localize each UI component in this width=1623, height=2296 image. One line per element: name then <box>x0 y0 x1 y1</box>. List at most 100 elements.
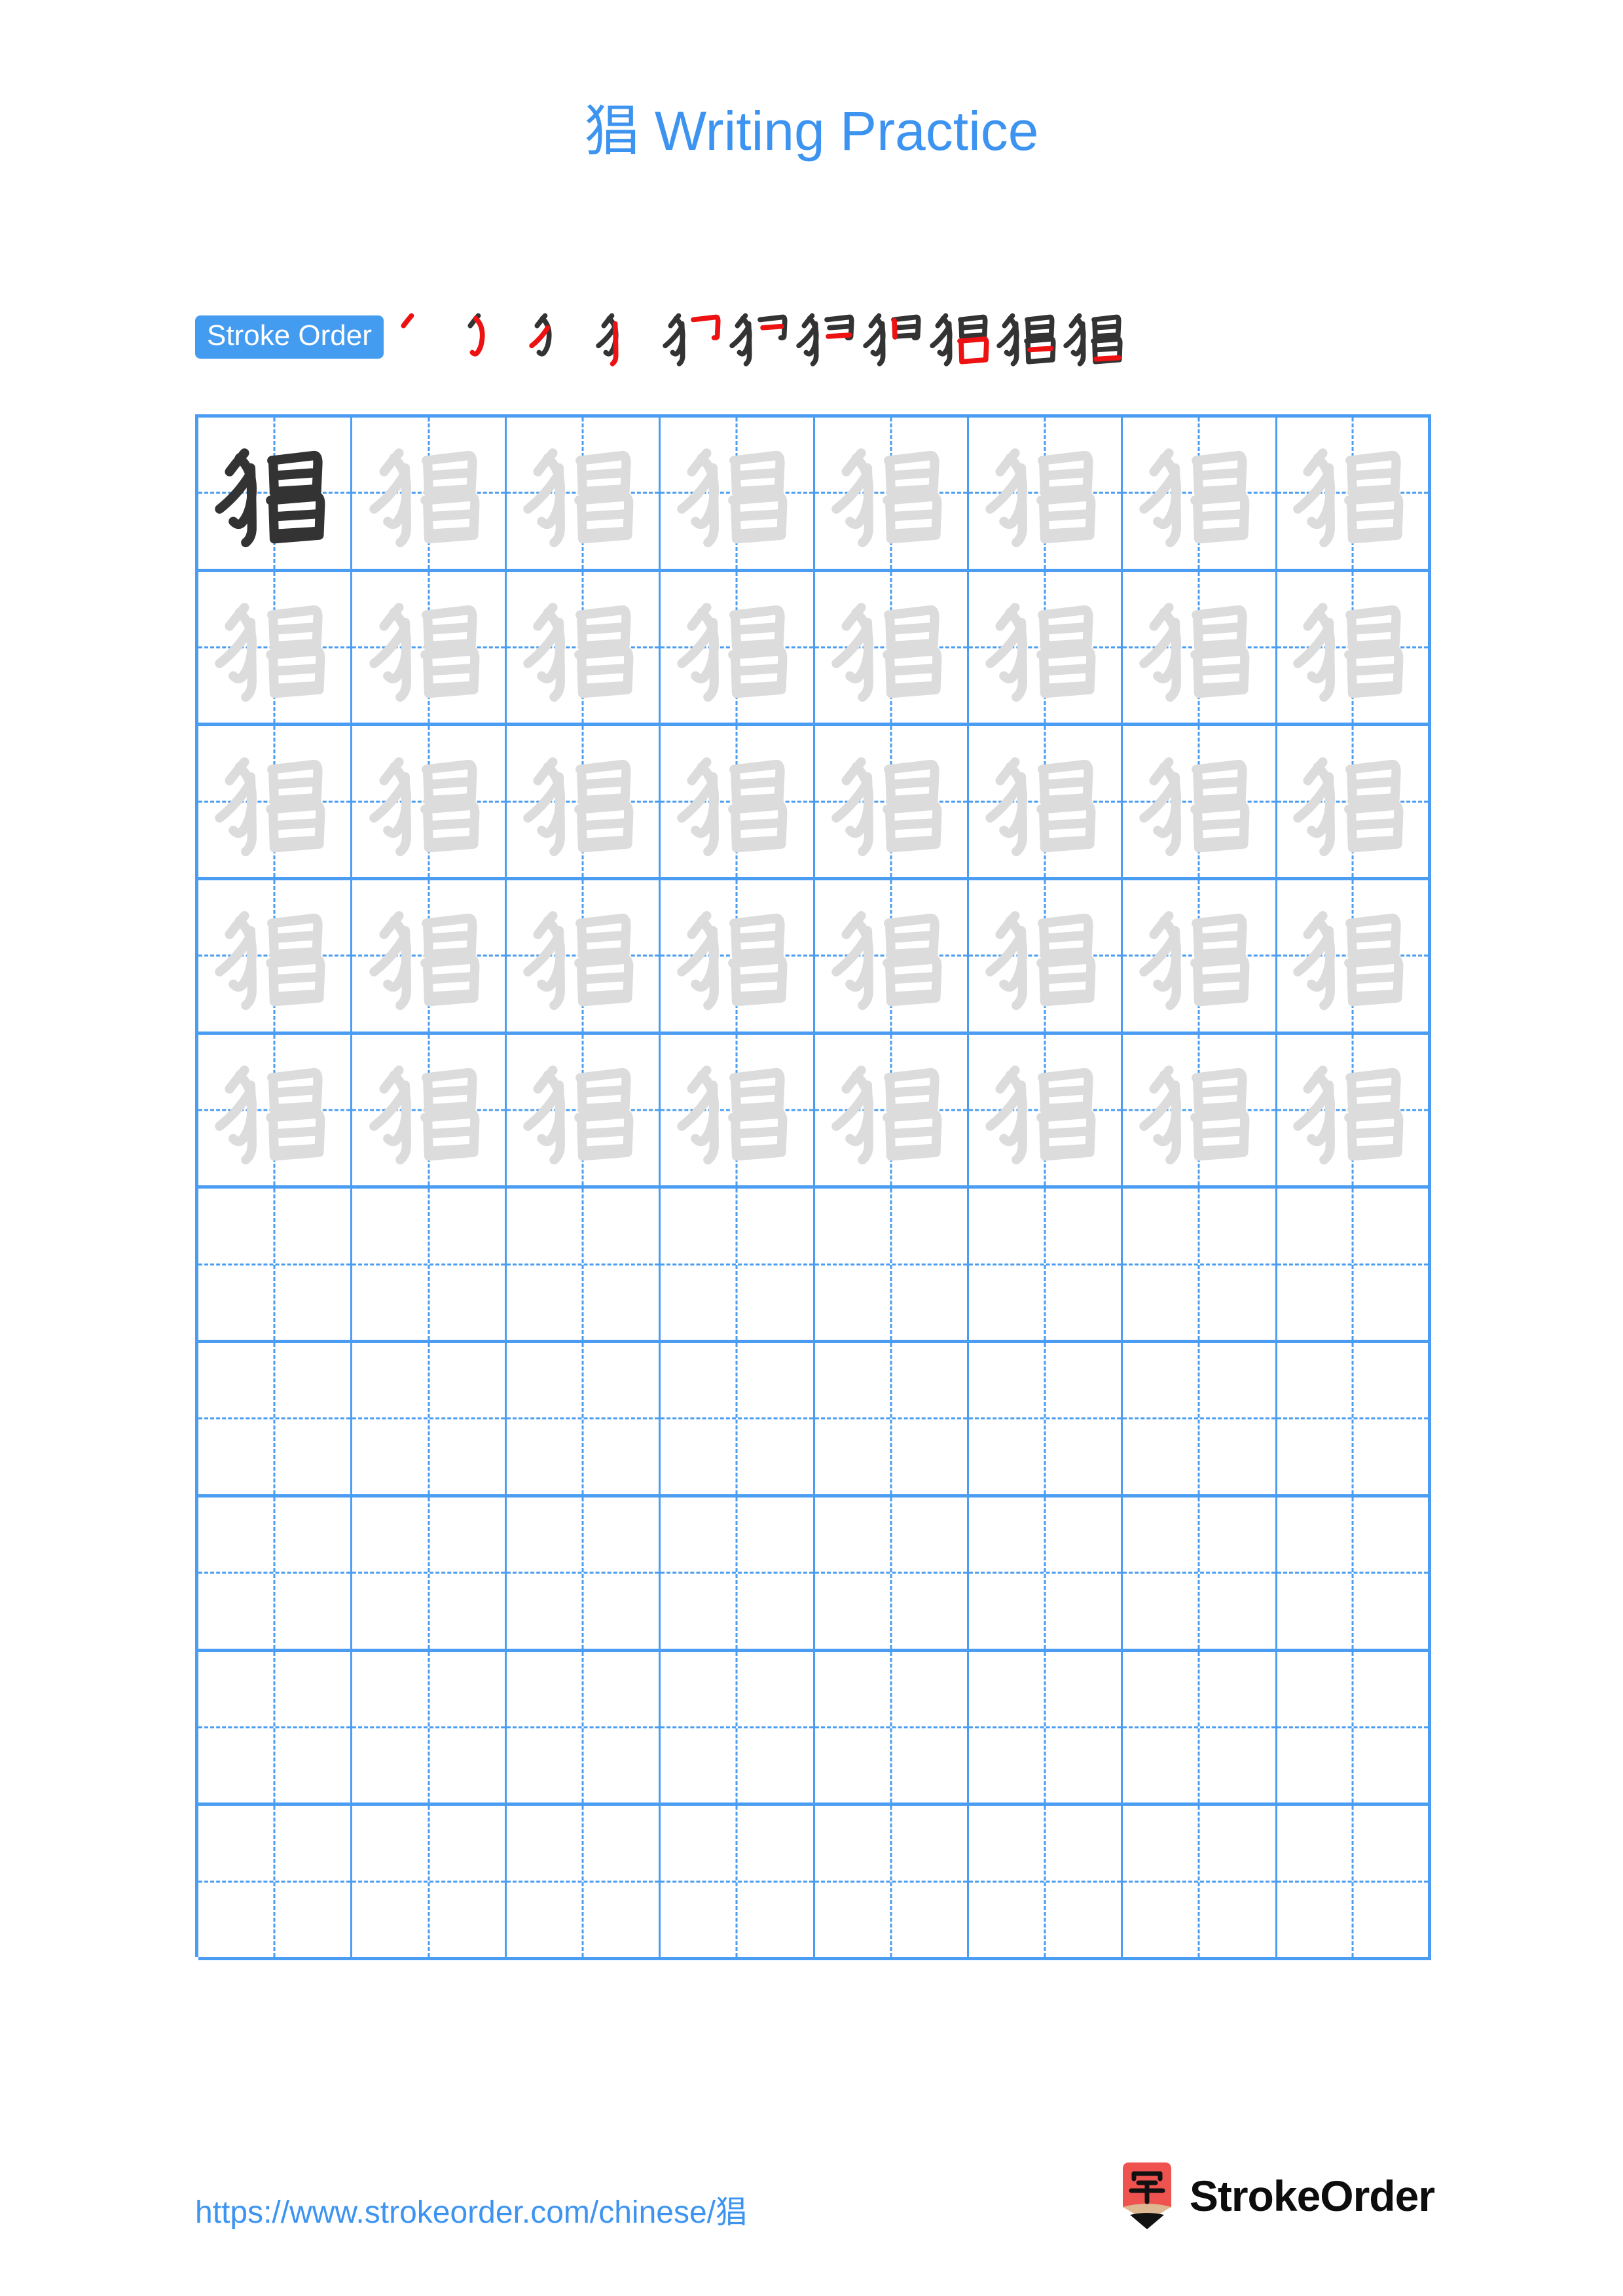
stroke-step-8 <box>862 301 928 373</box>
trace-character-cell[interactable] <box>352 880 507 1031</box>
trace-character <box>815 726 967 877</box>
blank-practice-cell[interactable] <box>1123 1189 1277 1340</box>
blank-practice-cell[interactable] <box>969 1497 1123 1649</box>
trace-character-cell[interactable] <box>969 880 1123 1031</box>
blank-practice-cell[interactable] <box>661 1189 815 1340</box>
trace-character <box>661 1035 812 1186</box>
blank-practice-cell[interactable] <box>507 1343 661 1494</box>
trace-character-cell[interactable] <box>815 1034 969 1186</box>
trace-character-cell[interactable] <box>1123 726 1277 878</box>
trace-character-cell[interactable] <box>507 726 661 878</box>
blank-practice-cell[interactable] <box>352 1651 507 1803</box>
blank-practice-cell[interactable] <box>969 1189 1123 1340</box>
trace-character-cell[interactable] <box>1277 1034 1431 1186</box>
blank-practice-cell[interactable] <box>969 1806 1123 1957</box>
blank-practice-cell[interactable] <box>969 1651 1123 1803</box>
trace-character <box>507 572 659 723</box>
blank-practice-cell[interactable] <box>1123 1343 1277 1494</box>
trace-character <box>507 418 659 569</box>
model-character-cell[interactable] <box>198 418 353 569</box>
blank-practice-cell[interactable] <box>352 1497 507 1649</box>
trace-character <box>661 880 812 1031</box>
blank-practice-cell[interactable] <box>198 1189 353 1340</box>
trace-character-cell[interactable] <box>815 571 969 723</box>
trace-character <box>198 880 350 1031</box>
blank-practice-cell[interactable] <box>507 1189 661 1340</box>
trace-character-cell[interactable] <box>1277 726 1431 878</box>
trace-character <box>815 572 967 723</box>
blank-practice-cell[interactable] <box>1123 1806 1277 1957</box>
trace-character-cell[interactable] <box>1123 418 1277 569</box>
trace-character-cell[interactable] <box>815 726 969 878</box>
blank-practice-cell[interactable] <box>352 1806 507 1957</box>
blank-practice-cell[interactable] <box>198 1806 353 1957</box>
trace-character <box>969 1035 1121 1186</box>
trace-character-cell[interactable] <box>198 1034 353 1186</box>
blank-practice-cell[interactable] <box>1277 1343 1431 1494</box>
trace-character-cell[interactable] <box>352 726 507 878</box>
blank-practice-cell[interactable] <box>815 1189 969 1340</box>
footer-url-link[interactable]: https://www.strokeorder.com/chinese/猖 <box>195 2186 747 2232</box>
blank-practice-cell[interactable] <box>815 1497 969 1649</box>
trace-character-cell[interactable] <box>507 418 661 569</box>
blank-practice-cell[interactable] <box>352 1189 507 1340</box>
blank-practice-cell[interactable] <box>507 1497 661 1649</box>
blank-practice-cell[interactable] <box>815 1651 969 1803</box>
trace-character-cell[interactable] <box>661 726 815 878</box>
trace-character-cell[interactable] <box>661 1034 815 1186</box>
trace-character-cell[interactable] <box>198 726 353 878</box>
blank-practice-cell[interactable] <box>198 1343 353 1494</box>
trace-character <box>969 726 1121 877</box>
practice-grid-row <box>198 1034 1431 1189</box>
blank-practice-cell[interactable] <box>969 1343 1123 1494</box>
trace-character-cell[interactable] <box>1277 880 1431 1031</box>
trace-character-cell[interactable] <box>352 571 507 723</box>
blank-practice-cell[interactable] <box>661 1497 815 1649</box>
blank-practice-cell[interactable] <box>352 1343 507 1494</box>
trace-character-cell[interactable] <box>198 880 353 1031</box>
blank-practice-cell[interactable] <box>815 1806 969 1957</box>
trace-character-cell[interactable] <box>1123 1034 1277 1186</box>
blank-practice-cell[interactable] <box>661 1343 815 1494</box>
footer-logo[interactable]: StrokeOrder <box>1119 2160 1435 2232</box>
trace-character-cell[interactable] <box>507 1034 661 1186</box>
blank-practice-cell[interactable] <box>1123 1651 1277 1803</box>
stroke-step-3 <box>528 301 594 373</box>
blank-practice-cell[interactable] <box>198 1651 353 1803</box>
trace-character-cell[interactable] <box>1277 418 1431 569</box>
blank-practice-cell[interactable] <box>1277 1806 1431 1957</box>
trace-character-cell[interactable] <box>352 418 507 569</box>
blank-practice-cell[interactable] <box>1277 1651 1431 1803</box>
practice-grid-row <box>198 1497 1431 1652</box>
blank-practice-cell[interactable] <box>1277 1189 1431 1340</box>
trace-character-cell[interactable] <box>661 418 815 569</box>
trace-character-cell[interactable] <box>198 571 353 723</box>
trace-character-cell[interactable] <box>969 1034 1123 1186</box>
trace-character-cell[interactable] <box>1123 571 1277 723</box>
blank-practice-cell[interactable] <box>507 1651 661 1803</box>
trace-character-cell[interactable] <box>661 880 815 1031</box>
trace-character-cell[interactable] <box>815 880 969 1031</box>
trace-character-cell[interactable] <box>1123 880 1277 1031</box>
blank-practice-cell[interactable] <box>661 1651 815 1803</box>
trace-character-cell[interactable] <box>969 726 1123 878</box>
trace-character-cell[interactable] <box>1277 571 1431 723</box>
blank-practice-cell[interactable] <box>198 1497 353 1649</box>
trace-character-cell[interactable] <box>969 571 1123 723</box>
blank-practice-cell[interactable] <box>1123 1497 1277 1649</box>
blank-practice-cell[interactable] <box>1277 1497 1431 1649</box>
page-title-character: 猖 <box>584 99 640 163</box>
trace-character-cell[interactable] <box>507 571 661 723</box>
trace-character-cell[interactable] <box>969 418 1123 569</box>
blank-practice-cell[interactable] <box>661 1806 815 1957</box>
trace-character <box>1123 880 1275 1031</box>
trace-character-cell[interactable] <box>352 1034 507 1186</box>
trace-character-cell[interactable] <box>661 571 815 723</box>
blank-practice-cell[interactable] <box>507 1806 661 1957</box>
trace-character-cell[interactable] <box>815 418 969 569</box>
practice-grid-row <box>198 571 1431 726</box>
trace-character <box>1277 418 1428 569</box>
trace-character <box>352 572 504 723</box>
trace-character-cell[interactable] <box>507 880 661 1031</box>
blank-practice-cell[interactable] <box>815 1343 969 1494</box>
